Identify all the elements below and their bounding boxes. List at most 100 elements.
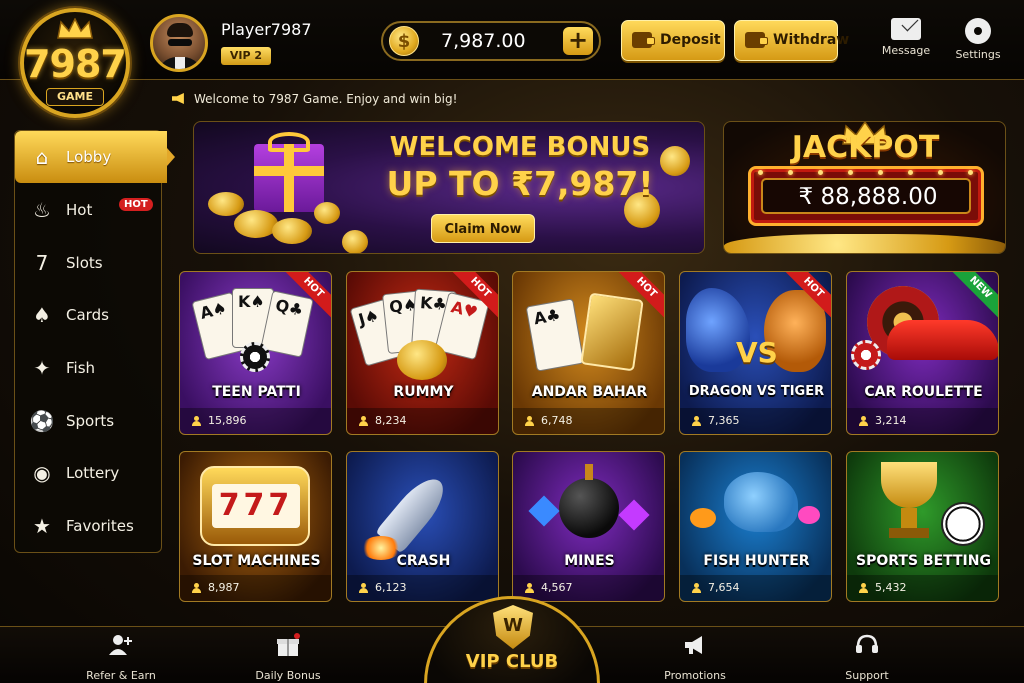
player-count-value: 5,432 [875,581,907,594]
player-count: 5,432 [847,575,998,601]
add-user-icon [109,635,132,655]
player-count: 8,987 [180,575,331,601]
game-card-slot-machines[interactable]: 777 SLOT MACHINES 8,987 [179,451,332,602]
sports-car-icon [887,320,998,360]
game-card-dragon-vs-tiger[interactable]: VS HOT DRAGON VS TIGER 7,365 [679,271,832,435]
marquee-bulb [788,170,793,175]
envelope-icon [891,18,921,40]
player-count: 7,365 [680,408,831,434]
game-card-mines[interactable]: MINES 4,567 [512,451,665,602]
sidebar-item-label: Lottery [66,464,120,482]
daily-bonus-label: Daily Bonus [255,669,321,682]
gem-icon [528,495,560,527]
player-count: 8,234 [347,408,498,434]
game-card-teen-patti[interactable]: A♠ K♠ Q♣ HOT TEEN PATTI 15,896 [179,271,332,435]
deposit-label: Deposit [660,32,721,48]
speaker-icon [172,93,184,104]
vip-club-button[interactable]: W VIP CLUB [424,596,600,683]
soccer-ball-icon: ⚽ [29,409,55,433]
player-avatar[interactable] [150,14,208,72]
gift-bow [268,132,310,152]
refer-earn-button[interactable]: Refer & Earn [66,633,176,682]
game-title: RUMMY [393,384,454,400]
sidebar-item-favorites[interactable]: ★ Favorites [15,500,163,552]
balance-amount: 7,987.00 [441,30,526,52]
marquee-bulb [878,170,883,175]
game-title: SPORTS BETTING [856,553,991,569]
sidebar-item-lottery[interactable]: ◉ Lottery [15,447,163,499]
user-icon [359,416,368,426]
sidebar-item-lobby[interactable]: ⌂ Lobby [15,131,175,183]
star-icon: ★ [33,514,51,538]
player-count-value: 6,123 [375,581,407,594]
game-card-rummy[interactable]: J♠ Q♠ K♣ A♥ HOT RUMMY 8,234 [346,271,499,435]
sidebar-item-fish[interactable]: ✦ Fish [15,342,163,394]
vip-level-badge[interactable]: VIP 2 [221,47,271,65]
player-count-value: 8,987 [208,581,240,594]
game-title: DRAGON VS TIGER [688,384,825,399]
game-card-car-roulette[interactable]: NEW CAR ROULETTE 3,214 [846,271,999,435]
game-card-sports-betting[interactable]: SPORTS BETTING 5,432 [846,451,999,602]
wallet-icon [745,32,768,48]
sidebar-item-label: Sports [66,412,115,430]
promotions-label: Promotions [664,669,726,682]
trophy-base [889,528,929,538]
marquee-bulb [758,170,763,175]
game-title: CRASH [396,553,451,569]
refer-earn-label: Refer & Earn [86,669,156,682]
megaphone-icon [685,636,702,654]
marquee-bulb [848,170,853,175]
sidebar-item-label: Lobby [66,148,112,166]
message-button[interactable]: Message [876,18,936,57]
playing-card-icon: A♣ [525,298,585,372]
settings-button[interactable]: Settings [948,18,1008,61]
sidebar-item-sports[interactable]: ⚽ Sports [15,395,163,447]
support-button[interactable]: Support [812,633,922,682]
withdraw-button[interactable]: Withdraw [734,20,849,61]
add-funds-button[interactable]: + [563,27,593,55]
gear-icon [965,18,991,44]
trophy-stem [901,508,917,528]
vip-club-label: VIP CLUB [465,651,559,672]
welcome-bonus-banner[interactable]: WELCOME BONUS UP TO ₹7,987! Claim Now [193,121,705,254]
sidebar-item-label: Hot [66,201,93,219]
sidebar-item-hot[interactable]: ♨ Hot HOT [15,184,163,236]
game-card-crash[interactable]: CRASH 6,123 [346,451,499,602]
sidebar-item-cards[interactable]: ♠ Cards [15,289,163,341]
logo-word: GAME [46,88,104,106]
balance-display: $ 7,987.00 + [381,21,601,61]
game-card-andar-bahar[interactable]: A♣ HOT ANDAR BAHAR 6,748 [512,271,665,435]
promotions-button[interactable]: Promotions [640,633,750,682]
player-count: 4,567 [513,575,664,601]
bomb-icon [559,478,619,538]
coin-pile [724,234,1005,253]
jackpot-marquee: ₹ 88,888.00 [748,166,984,226]
marquee-bulb [908,170,913,175]
game-title: ANDAR BAHAR [531,384,648,400]
jackpot-banner[interactable]: JACKPOT ₹ 88,888.00 [723,121,1006,254]
sidebar-item-slots[interactable]: 7 Slots [15,237,163,289]
coin-icon: $ [389,26,419,56]
app-logo[interactable]: 7987 GAME [20,8,130,118]
daily-bonus-button[interactable]: Daily Bonus [233,633,343,682]
user-icon [692,583,701,593]
claim-now-button[interactable]: Claim Now [431,214,535,243]
marquee-bulb [968,170,973,175]
gem-icon [618,499,650,531]
jackpot-amount: ₹ 88,888.00 [798,184,938,210]
deposit-button[interactable]: Deposit [621,20,725,61]
game-card-fish-hunter[interactable]: FISH HUNTER 7,654 [679,451,832,602]
slot-machine-icon: 777 [200,466,310,546]
user-icon [359,583,368,593]
user-icon [859,416,868,426]
user-icon [525,416,534,426]
user-icon [692,416,701,426]
player-count-value: 3,214 [875,414,907,427]
avatar-hair [167,23,193,37]
hot-badge: HOT [119,198,153,211]
versus-label: VS [736,336,778,369]
fish-icon: ✦ [33,356,51,380]
top-header: Player7987 VIP 2 $ 7,987.00 + Deposit Wi… [0,0,1024,80]
player-name: Player7987 [221,20,312,39]
sidebar-item-label: Favorites [66,517,134,535]
